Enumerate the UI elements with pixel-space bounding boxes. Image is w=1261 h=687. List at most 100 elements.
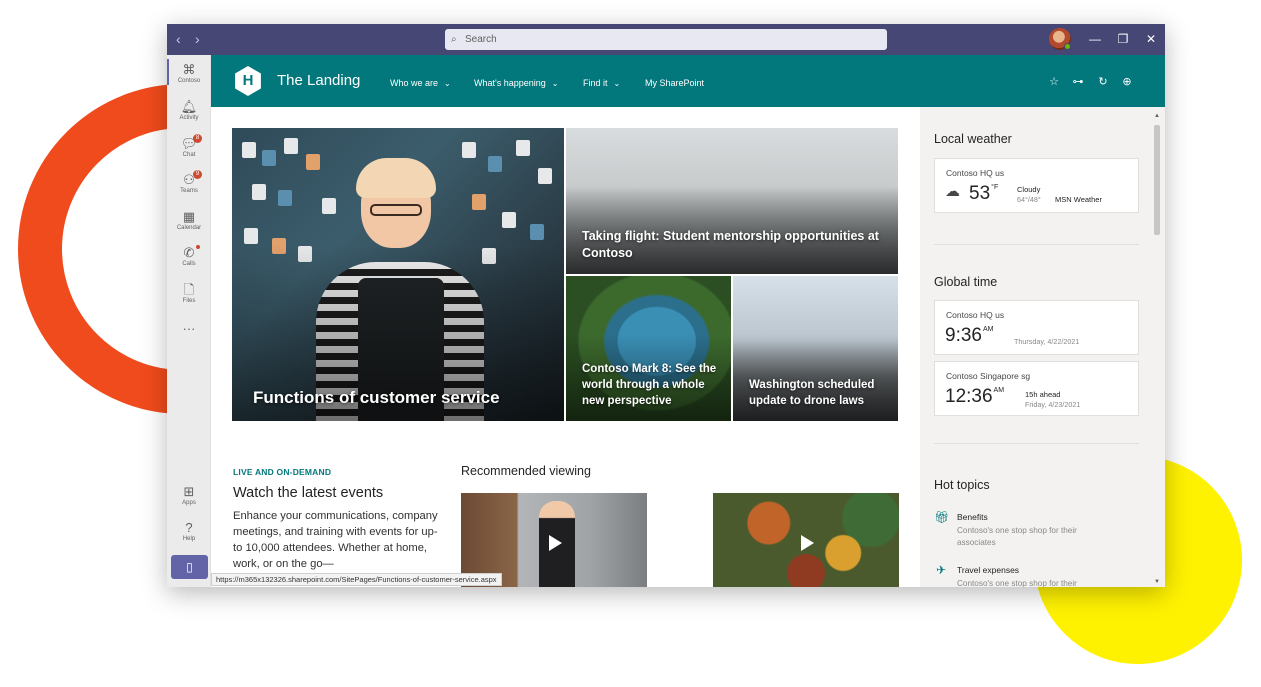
wall-item (306, 154, 320, 170)
video-thumbnail[interactable] (713, 493, 899, 587)
link-icon[interactable]: ⊶ (1071, 75, 1085, 89)
nav-label: Find it (583, 78, 608, 88)
mobile-app-button[interactable]: ▯ (171, 555, 208, 579)
rail-item-chat[interactable]: 💬︎ Chat 8 (167, 134, 211, 159)
hero-top-tile[interactable]: Taking flight: Student mentorship opport… (566, 128, 898, 274)
clock-card[interactable]: Contoso Singapore sg 12:36AM 15h ahead F… (934, 361, 1139, 416)
nav-my-sharepoint[interactable]: My SharePoint (645, 77, 704, 89)
rail-item-more[interactable]: ··· (167, 321, 211, 336)
chevron-down-icon: ⌄ (444, 79, 451, 88)
close-icon[interactable]: ✕ (1143, 31, 1159, 47)
calendar-icon: ▦ (182, 209, 196, 224)
help-icon: ? (185, 520, 193, 535)
rail-label: Apps (182, 500, 196, 506)
rail-label: Calendar (176, 225, 202, 231)
wall-item (242, 142, 256, 158)
weather-heading: Local weather (934, 132, 1012, 146)
restore-icon[interactable]: ❐ (1115, 31, 1131, 47)
rail-label: Chat (182, 152, 196, 158)
weather-card[interactable]: Contoso HQ us ☁ 53°F Cloudy 64°/48° MSN … (934, 158, 1139, 213)
chat-badge: 8 (193, 134, 202, 143)
wall-item (278, 190, 292, 206)
nav-label: My SharePoint (645, 78, 705, 88)
site-title[interactable]: The Landing (277, 72, 360, 90)
more-icon: ··· (182, 321, 196, 336)
topic-name: Travel expenses (957, 565, 1020, 575)
wall-item (322, 198, 336, 214)
play-icon[interactable] (801, 535, 814, 551)
app-rail: ⌘ Contoso 🔔︎ Activity 💬︎ Chat 8 ⚇ Teams … (167, 55, 211, 587)
weather-range: 64°/48° (1017, 195, 1041, 204)
back-arrow-icon[interactable]: ‹ (176, 31, 181, 47)
person-hair (356, 158, 436, 198)
rail-label: Help (182, 536, 196, 542)
wall-item (284, 138, 298, 154)
teams-badge: 9 (193, 170, 202, 179)
wall-item (502, 212, 516, 228)
plane-icon: ✈ (935, 563, 947, 577)
chevron-down-icon: ⌄ (551, 79, 559, 88)
clock-card[interactable]: Contoso HQ us 9:36AM Thursday, 4/22/2021 (934, 300, 1139, 355)
rail-item-apps[interactable]: ⊞ Apps (167, 484, 211, 507)
calls-notification-dot (196, 245, 200, 249)
events-description: Enhance your communications, company mee… (233, 510, 438, 570)
hero-main-tile[interactable]: Functions of customer service (232, 128, 564, 421)
rail-label: Teams (180, 188, 198, 194)
nav-who-we-are[interactable]: Who we are ⌄ (390, 77, 451, 90)
mobile-icon: ▯ (186, 560, 193, 574)
weather-temp-value: 53 (969, 183, 991, 204)
wall-item (252, 184, 266, 200)
wall-item (538, 168, 552, 184)
wall-item (516, 140, 530, 156)
clock-location: Contoso Singapore sg (946, 371, 1031, 381)
clock-time-value: 9:36 (945, 325, 982, 346)
hot-topics-heading: Hot topics (934, 478, 990, 492)
weather-temp: 53°F (969, 183, 998, 205)
teams-window: ‹ › ⌕ Search — ❐ ✕ ⌘ Contoso 🔔︎ Activity… (167, 24, 1165, 587)
clock-time: 12:36AM (945, 386, 1004, 408)
clock-time: 9:36AM (945, 325, 993, 347)
right-panel-scrollbar[interactable]: ▲ ▼ (1153, 113, 1161, 585)
clock-location: Contoso HQ us (946, 310, 1005, 320)
nav-find-it[interactable]: Find it ⌄ (583, 77, 620, 90)
play-icon[interactable] (549, 535, 562, 551)
wall-item (244, 228, 258, 244)
site-logo[interactable]: H (235, 66, 261, 96)
minimize-icon[interactable]: — (1087, 31, 1103, 47)
events-eyebrow: LIVE AND ON-DEMAND (233, 467, 332, 477)
topic-benefits[interactable]: 🎁︎ Benefits Contoso's one stop shop for … (934, 510, 1139, 550)
events-title: Watch the latest events (233, 485, 384, 501)
search-input[interactable]: ⌕ Search (445, 29, 887, 50)
scroll-down-icon[interactable]: ▼ (1153, 579, 1161, 585)
contoso-icon: ⌘ (182, 62, 196, 77)
rail-item-files[interactable]: 🗋 Files (167, 282, 211, 305)
nav-whats-happening[interactable]: What's happening ⌄ (474, 77, 558, 90)
cloud-icon: ☁ (945, 183, 960, 200)
topic-name: Benefits (957, 512, 988, 522)
rail-label: Contoso (177, 78, 201, 84)
clock-ampm: AM (993, 387, 1005, 394)
forward-arrow-icon[interactable]: › (195, 31, 200, 47)
topic-travel-expenses[interactable]: ✈ Travel expenses Contoso's one stop sho… (934, 563, 1139, 587)
rail-item-contoso[interactable]: ⌘ Contoso (167, 59, 211, 85)
refresh-icon[interactable]: ↻ (1096, 75, 1110, 89)
rail-item-help[interactable]: ? Help (167, 520, 211, 543)
clock-time-value: 12:36 (945, 386, 993, 407)
wall-item (262, 150, 276, 166)
hero-bottom-left-tile[interactable]: Contoso Mark 8: See the world through a … (566, 276, 731, 421)
wall-item (462, 142, 476, 158)
rail-item-calendar[interactable]: ▦ Calendar (167, 209, 211, 232)
hero-bottom-right-tile[interactable]: Washington scheduled update to drone law… (733, 276, 898, 421)
rail-item-activity[interactable]: 🔔︎ Activity (167, 99, 211, 122)
weather-source: MSN Weather (1055, 195, 1102, 204)
star-icon[interactable]: ☆ (1047, 75, 1061, 89)
chevron-down-icon: ⌄ (613, 79, 621, 88)
main-content: Functions of customer service Taking fli… (211, 107, 920, 587)
scroll-thumb[interactable] (1154, 125, 1160, 235)
section-divider (934, 244, 1139, 245)
rail-item-calls[interactable]: ✆ Calls (167, 245, 211, 268)
scroll-up-icon[interactable]: ▲ (1153, 113, 1161, 119)
rail-label: Activity (179, 115, 199, 121)
globe-icon[interactable]: ⊕ (1120, 75, 1134, 89)
rail-item-teams[interactable]: ⚇ Teams 9 (167, 170, 211, 195)
